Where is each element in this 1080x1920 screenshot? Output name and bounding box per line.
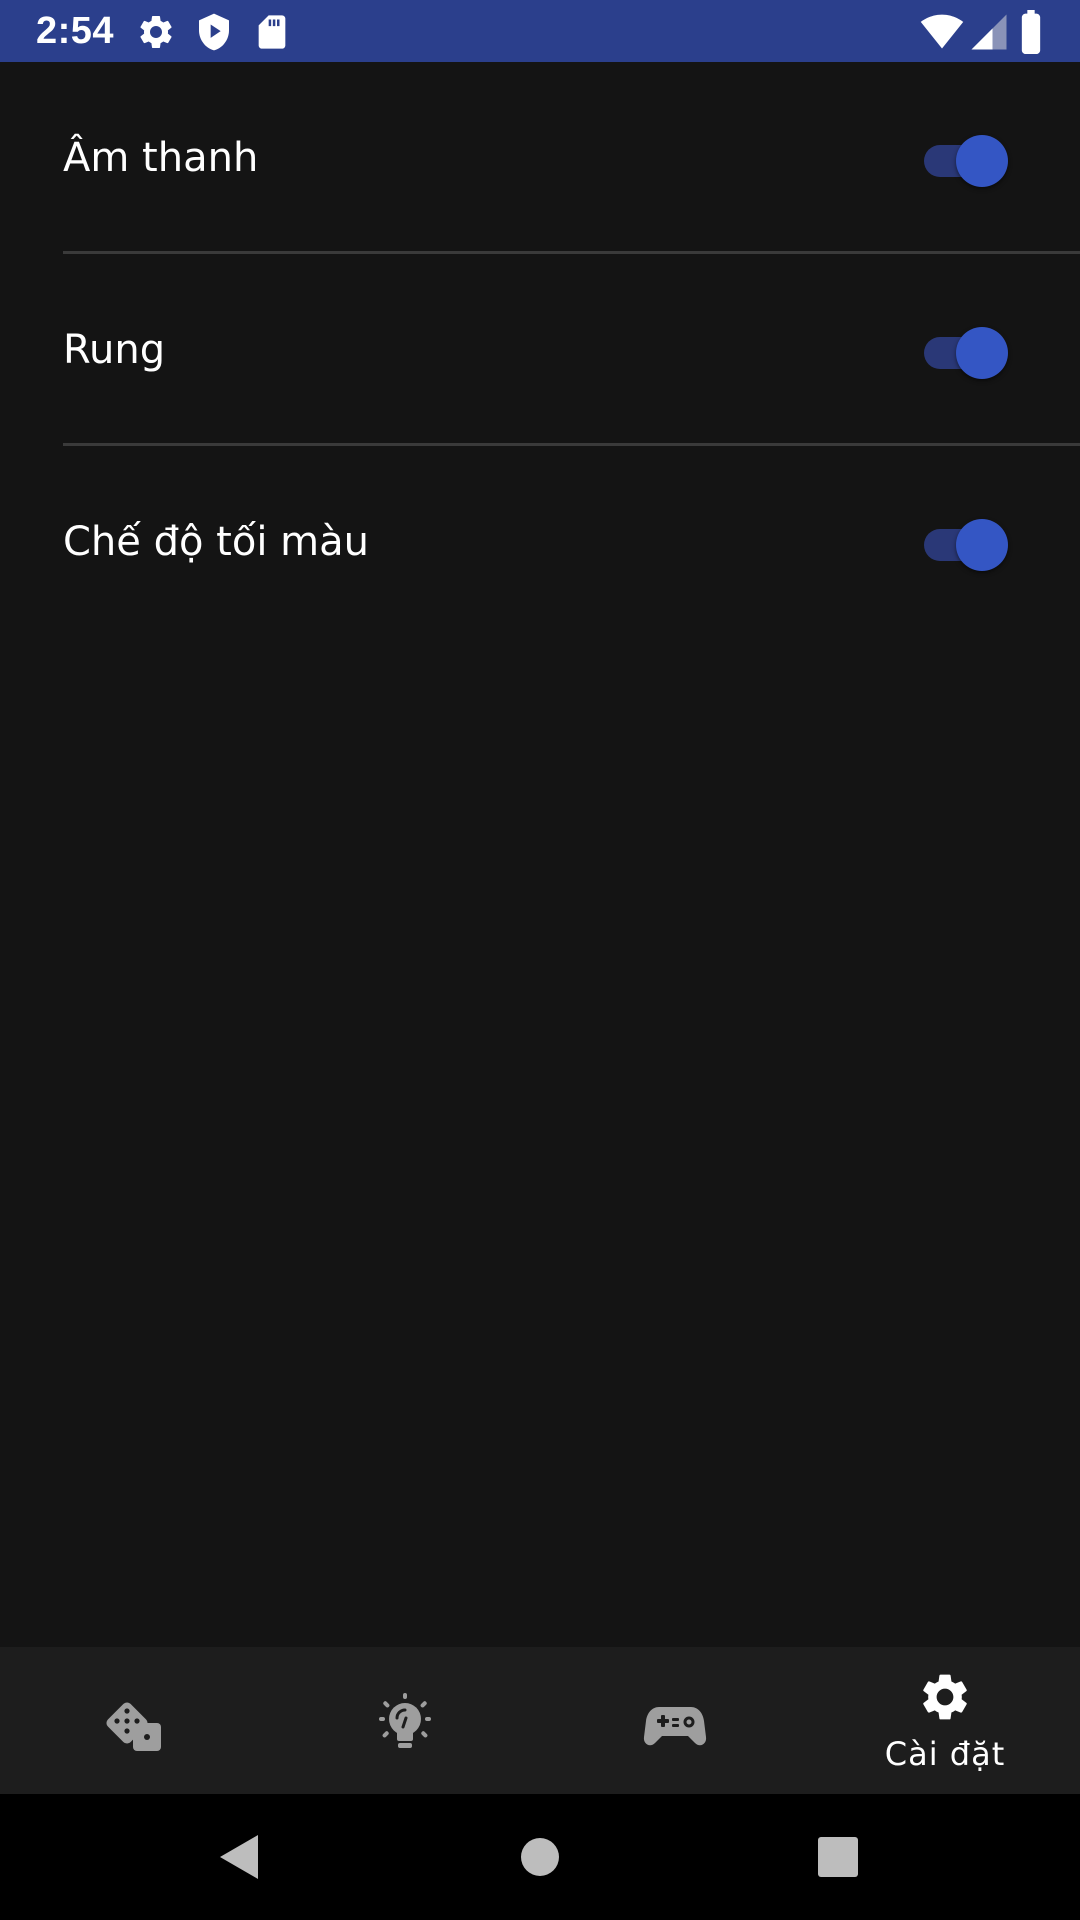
settings-list: Âm thanh Rung Chế độ tối màu bbox=[0, 62, 1080, 638]
recents-icon[interactable] bbox=[806, 1825, 870, 1889]
toggle-thumb bbox=[956, 519, 1008, 571]
setting-label: Chế độ tối màu bbox=[63, 519, 369, 565]
lightbulb-icon bbox=[379, 1693, 431, 1748]
battery-icon bbox=[1021, 10, 1041, 54]
setting-row-sound[interactable]: Âm thanh bbox=[0, 62, 1080, 254]
gear-icon bbox=[923, 1674, 967, 1720]
setting-row-vibration[interactable]: Rung bbox=[0, 254, 1080, 446]
wifi-icon bbox=[920, 14, 964, 49]
status-bar: 2:54 bbox=[0, 0, 1080, 62]
back-icon[interactable] bbox=[208, 1825, 272, 1889]
nav-item-games[interactable] bbox=[540, 1647, 810, 1794]
dark-mode-toggle[interactable] bbox=[920, 517, 1010, 573]
dice-icon bbox=[106, 1702, 161, 1751]
nav-item-ideas[interactable] bbox=[270, 1647, 540, 1794]
sound-toggle[interactable] bbox=[920, 133, 1010, 189]
gear-icon bbox=[140, 15, 172, 48]
settings-screen: 2:54 Âm thanh Rung Chế độ tối màu Cài đặ… bbox=[0, 0, 1080, 1920]
gamepad-icon bbox=[643, 1707, 707, 1746]
nav-item-settings[interactable]: Cài đặt bbox=[810, 1647, 1080, 1794]
vibration-toggle[interactable] bbox=[920, 325, 1010, 381]
nav-label-settings: Cài đặt bbox=[884, 1735, 1006, 1773]
setting-label: Rung bbox=[63, 327, 166, 373]
toggle-thumb bbox=[956, 327, 1008, 379]
home-icon[interactable] bbox=[508, 1825, 572, 1889]
setting-row-dark-mode[interactable]: Chế độ tối màu bbox=[0, 446, 1080, 638]
status-time: 2:54 bbox=[36, 10, 115, 52]
shield-play-icon bbox=[199, 13, 229, 51]
nav-item-dice[interactable] bbox=[0, 1647, 270, 1794]
cellular-signal-icon bbox=[971, 14, 1007, 50]
sd-card-icon bbox=[258, 15, 286, 49]
bottom-navigation: Cài đặt bbox=[0, 1647, 1080, 1794]
setting-label: Âm thanh bbox=[63, 135, 259, 181]
toggle-thumb bbox=[956, 135, 1008, 187]
system-navigation-bar bbox=[0, 1794, 1080, 1920]
